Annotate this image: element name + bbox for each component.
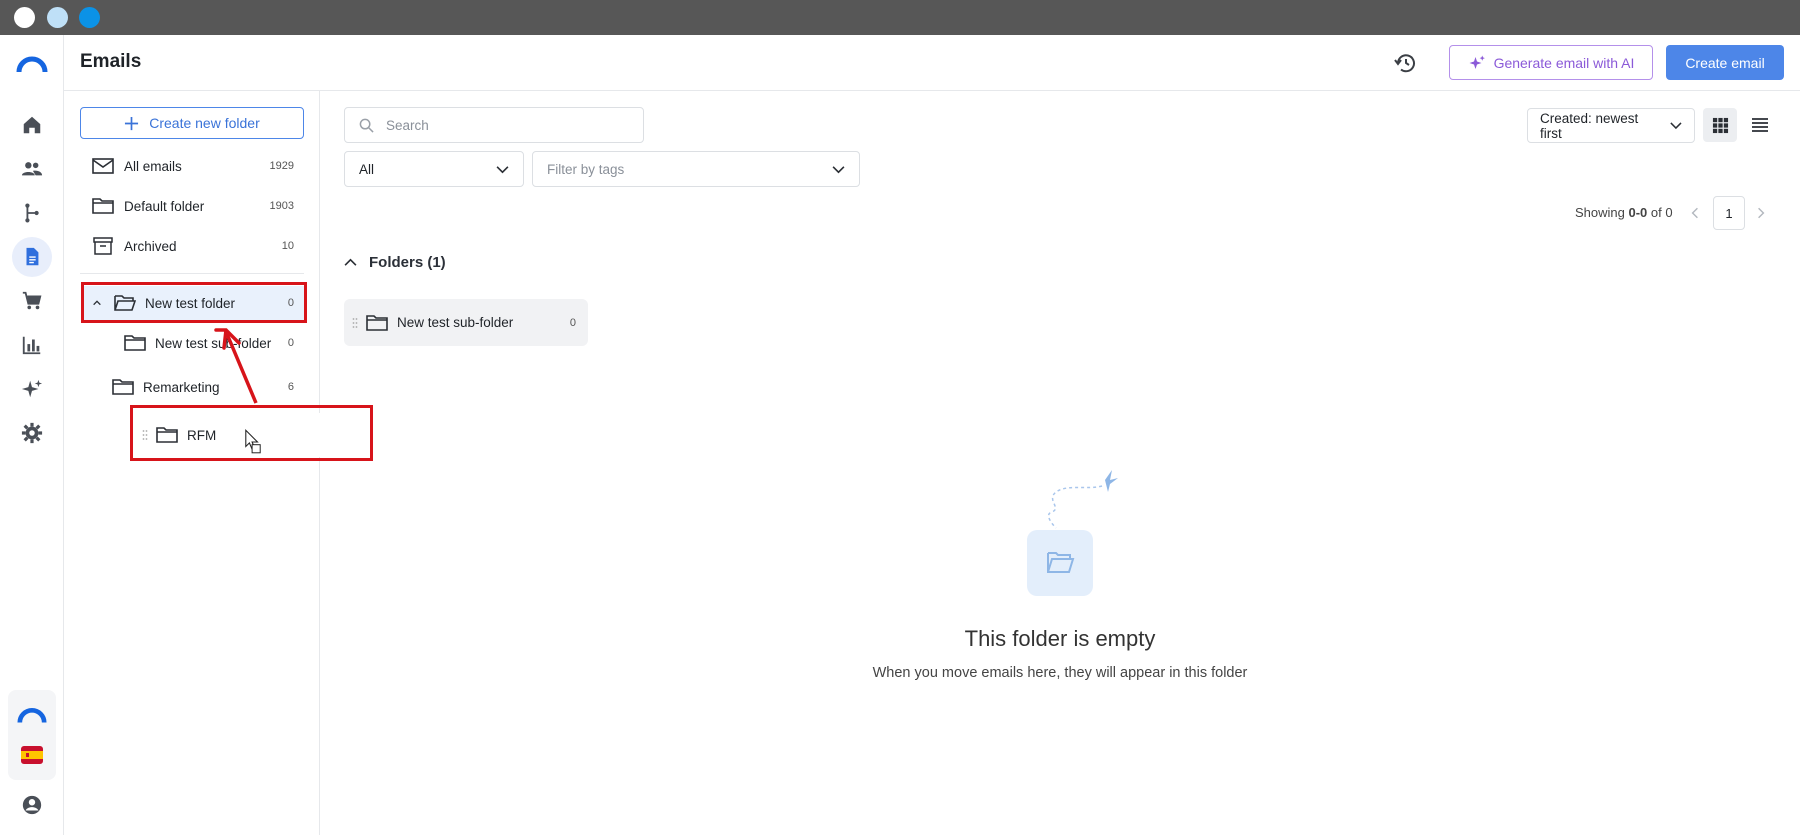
type-filter-value: All [359, 161, 375, 177]
tree-subfolder-new-test[interactable]: New test sub-folder 0 [124, 326, 304, 360]
empty-folder-illustration [1027, 470, 1118, 596]
nav-automation[interactable] [12, 193, 52, 233]
folder-sidebar: Create new folder All emails 1929 Defaul… [64, 91, 320, 835]
folder-label: Default folder [124, 198, 205, 214]
create-email-button[interactable]: Create email [1666, 45, 1784, 80]
empty-state-subtitle: When you move emails here, they will app… [872, 665, 1248, 681]
folder-count: 1929 [269, 160, 294, 172]
window-maximize-control[interactable] [79, 7, 100, 28]
chevron-up-icon [344, 258, 357, 266]
dragged-item-highlight [130, 405, 373, 461]
brand-logo-icon[interactable] [16, 55, 48, 73]
nav-reports[interactable] [12, 325, 52, 365]
page-number-button[interactable]: 1 [1713, 196, 1745, 230]
page-header: Emails Generate email with AI Create ema… [64, 35, 1800, 91]
search-placeholder: Search [386, 117, 429, 133]
folder-icon [366, 314, 388, 331]
type-filter-select[interactable]: All [344, 151, 524, 187]
folders-section-title: Folders (1) [369, 254, 446, 271]
nav-emails[interactable] [12, 237, 52, 277]
settings-icon [21, 422, 43, 444]
nav-brand-account[interactable] [12, 695, 52, 735]
sort-value: Created: newest first [1540, 110, 1639, 141]
window-minimize-control[interactable] [47, 7, 68, 28]
grid-view-button[interactable] [1703, 108, 1737, 142]
subfolder-card[interactable]: New test sub-folder 0 [344, 299, 588, 346]
home-icon [23, 116, 41, 134]
create-folder-label: Create new folder [149, 115, 260, 131]
folders-section-toggle[interactable]: Folders (1) [344, 254, 446, 271]
plus-icon [125, 116, 139, 130]
contacts-icon [21, 162, 43, 176]
account-icon [22, 795, 42, 815]
chevron-down-icon [832, 165, 845, 173]
folder-label: Archived [124, 238, 177, 254]
chevron-left-icon [1691, 207, 1698, 219]
folder-icon [124, 335, 146, 351]
chevron-down-icon [496, 165, 509, 173]
history-button[interactable] [1392, 49, 1420, 77]
tree-folder-label: New test sub-folder [155, 335, 272, 351]
tags-filter-select[interactable]: Filter by tags [532, 151, 860, 187]
pagination-suffix: of 0 [1650, 205, 1673, 220]
prev-page-button[interactable] [1686, 202, 1704, 224]
next-page-button[interactable] [1752, 202, 1770, 224]
reports-icon [22, 336, 41, 355]
pagination-prefix: Showing [1575, 205, 1625, 220]
automation-icon [25, 203, 39, 223]
tree-folder-count: 6 [287, 381, 294, 393]
tree-folder-label: Remarketing [143, 379, 220, 395]
nav-ai[interactable] [12, 369, 52, 409]
drop-target-highlight [81, 282, 307, 323]
nav-contacts[interactable] [12, 149, 52, 189]
pagination-summary: Showing 0-0 of 0 [1575, 205, 1673, 220]
list-view-button[interactable] [1743, 108, 1777, 142]
folder-label: All emails [124, 158, 182, 174]
window-titlebar [0, 0, 1800, 35]
subfolder-card-count: 0 [569, 316, 576, 329]
generate-ai-label: Generate email with AI [1493, 54, 1635, 71]
history-icon [1394, 54, 1415, 73]
empty-state-title: This folder is empty [964, 626, 1156, 651]
ai-sparkle-icon [1469, 55, 1485, 69]
sidebar-divider [80, 273, 304, 274]
mail-icon [92, 158, 114, 174]
archive-icon [93, 237, 113, 255]
ai-sparkle-icon [21, 379, 43, 398]
sort-select[interactable]: Created: newest first [1527, 108, 1695, 143]
folder-icon [112, 379, 134, 395]
nav-profile[interactable] [12, 785, 52, 825]
spain-flag-icon [21, 746, 43, 764]
drag-handle-icon[interactable] [352, 317, 358, 329]
subfolder-card-label: New test sub-folder [397, 315, 514, 330]
folder-count: 10 [281, 240, 294, 252]
folder-icon [92, 198, 114, 214]
ecommerce-icon [22, 291, 42, 310]
nav-home[interactable] [12, 105, 52, 145]
tree-folder-remarketing[interactable]: Remarketing 6 [112, 370, 304, 404]
page-title: Emails [80, 51, 142, 72]
create-folder-button[interactable]: Create new folder [80, 107, 304, 139]
window-close-control[interactable] [14, 7, 35, 28]
folder-default[interactable]: Default folder 1903 [80, 189, 304, 223]
tags-filter-placeholder: Filter by tags [547, 161, 625, 177]
search-icon [359, 118, 374, 133]
search-input[interactable]: Search [344, 107, 644, 143]
grid-view-icon [1712, 117, 1728, 133]
pagination-range: 0-0 [1628, 205, 1648, 220]
nav-language[interactable] [12, 735, 52, 775]
nav-settings[interactable] [12, 413, 52, 453]
tree-folder-count: 0 [287, 337, 294, 349]
emails-icon [26, 247, 39, 266]
folder-all-emails[interactable]: All emails 1929 [80, 149, 304, 183]
list-view-icon [1752, 118, 1768, 132]
chevron-right-icon [1758, 207, 1765, 219]
folder-archived[interactable]: Archived 10 [80, 229, 304, 263]
brand-logo-icon [17, 707, 47, 723]
generate-ai-button[interactable]: Generate email with AI [1449, 45, 1653, 80]
folder-count: 1903 [269, 200, 294, 212]
main-nav-rail [0, 35, 64, 835]
nav-ecommerce[interactable] [12, 281, 52, 321]
chevron-down-icon [1670, 122, 1682, 130]
